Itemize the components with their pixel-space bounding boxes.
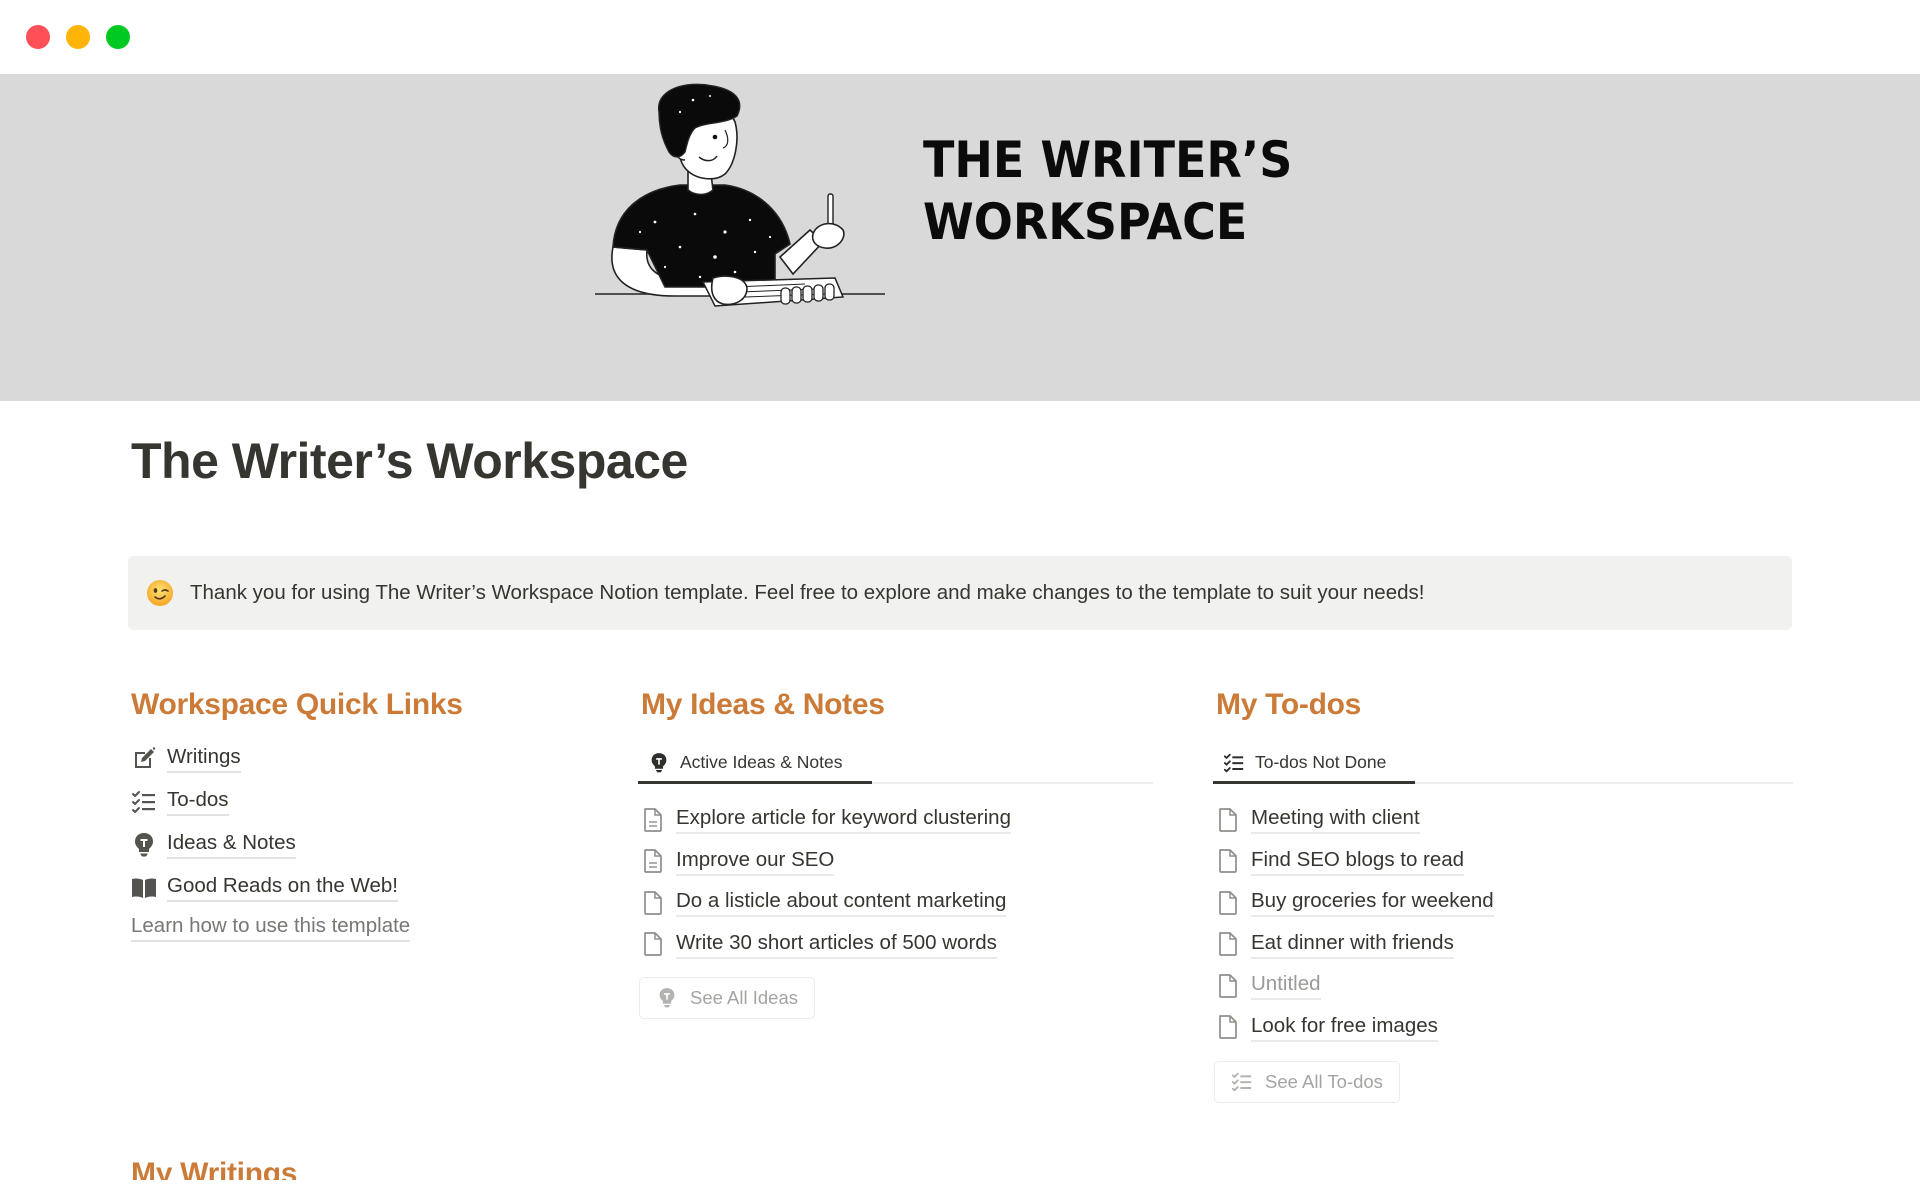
- banner-heading-line2: WORKSPACE: [923, 193, 1248, 251]
- edit-icon: [131, 746, 157, 772]
- lightbulb-icon: [656, 987, 678, 1009]
- quick-link-label[interactable]: Ideas & Notes: [167, 830, 296, 859]
- writings-heading-container: My Writings: [131, 1152, 297, 1180]
- quick-link-label[interactable]: To-dos: [167, 787, 229, 816]
- tab-label: To-dos Not Done: [1255, 752, 1387, 772]
- list-item[interactable]: Untitled: [1213, 965, 1494, 1007]
- writer-illustration: [595, 83, 885, 307]
- page-title[interactable]: The Writer’s Workspace: [131, 432, 688, 490]
- list-item[interactable]: Buy groceries for weekend: [1213, 882, 1494, 924]
- quick-link-writings[interactable]: Writings: [131, 737, 410, 780]
- ideas-heading: My Ideas & Notes: [641, 688, 885, 721]
- todos-list: Meeting with client Find SEO blogs to re…: [1213, 799, 1494, 1048]
- callout-text: Thank you for using The Writer’s Workspa…: [190, 581, 1425, 604]
- item-label[interactable]: Find SEO blogs to read: [1251, 847, 1465, 876]
- list-item[interactable]: Explore article for keyword clustering: [638, 799, 1011, 841]
- quick-links-heading: Workspace Quick Links: [131, 688, 463, 721]
- quick-links-list: Writings To-dos Ideas & Notes Good Reads…: [131, 737, 411, 942]
- banner-heading: THE WRITER’S WORKSPACE: [923, 129, 1292, 253]
- checklist-icon: [1223, 752, 1245, 774]
- tab-label: Active Ideas & Notes: [680, 752, 843, 772]
- learn-template-link[interactable]: Learn how to use this template: [131, 913, 411, 942]
- lightbulb-icon: [131, 832, 157, 858]
- lightbulb-icon: [648, 752, 670, 774]
- item-label[interactable]: Eat dinner with friends: [1251, 930, 1454, 959]
- item-label[interactable]: Do a listicle about content marketing: [676, 888, 1007, 918]
- item-label[interactable]: Write 30 short articles of 500 words: [676, 930, 997, 959]
- item-label[interactable]: Untitled: [1251, 971, 1321, 1001]
- quick-link-label[interactable]: Writings: [167, 744, 241, 773]
- see-all-label: See All To-dos: [1265, 1071, 1383, 1092]
- checklist-icon: [1231, 1071, 1253, 1093]
- quick-link-label[interactable]: Good Reads on the Web!: [167, 873, 398, 902]
- list-item[interactable]: Look for free images: [1213, 1007, 1494, 1049]
- document-text-icon: [644, 849, 662, 874]
- list-item[interactable]: Write 30 short articles of 500 words: [638, 924, 1011, 966]
- item-label[interactable]: Meeting with client: [1251, 805, 1420, 835]
- document-icon: [644, 890, 662, 915]
- document-icon: [1219, 1015, 1237, 1040]
- zoom-window-button[interactable]: [106, 25, 130, 49]
- ideas-list: Explore article for keyword clustering I…: [638, 799, 1011, 965]
- document-icon: [1219, 932, 1237, 957]
- list-item[interactable]: Find SEO blogs to read: [1213, 841, 1494, 883]
- item-label[interactable]: Buy groceries for weekend: [1251, 888, 1494, 918]
- quick-link-todos[interactable]: To-dos: [131, 780, 410, 823]
- list-item[interactable]: Improve our SEO: [638, 841, 1011, 883]
- tab-active-ideas-notes[interactable]: Active Ideas & Notes: [638, 744, 872, 784]
- list-item[interactable]: Meeting with client: [1213, 799, 1494, 841]
- tab-todos-not-done[interactable]: To-dos Not Done: [1213, 744, 1415, 784]
- document-icon: [1219, 973, 1237, 998]
- see-all-label: See All Ideas: [690, 987, 798, 1008]
- quick-link-good-reads[interactable]: Good Reads on the Web!: [131, 866, 410, 909]
- banner-heading-line1: THE WRITER’S: [923, 131, 1293, 189]
- document-icon: [1219, 807, 1237, 832]
- winking-face-icon[interactable]: [146, 579, 174, 607]
- item-label[interactable]: Improve our SEO: [676, 847, 835, 876]
- quick-link-ideas-notes[interactable]: Ideas & Notes: [131, 823, 410, 866]
- document-icon: [644, 932, 662, 957]
- ideas-view-tabs: Active Ideas & Notes: [638, 744, 1153, 784]
- window-titlebar: [0, 0, 1920, 74]
- writings-heading: My Writings: [131, 1157, 298, 1180]
- list-item[interactable]: Do a listicle about content marketing: [638, 882, 1011, 924]
- see-all-ideas-button[interactable]: See All Ideas: [639, 977, 815, 1019]
- welcome-callout: Thank you for using The Writer’s Workspa…: [128, 556, 1792, 630]
- cover-banner: THE WRITER’S WORKSPACE: [0, 74, 1920, 401]
- item-label[interactable]: Explore article for keyword clustering: [676, 805, 1011, 835]
- book-icon: [131, 875, 157, 901]
- close-window-button[interactable]: [26, 25, 50, 49]
- todos-view-tabs: To-dos Not Done: [1213, 744, 1793, 784]
- document-text-icon: [644, 807, 662, 832]
- document-icon: [1219, 849, 1237, 874]
- minimize-window-button[interactable]: [66, 25, 90, 49]
- see-all-todos-button[interactable]: See All To-dos: [1214, 1061, 1400, 1103]
- item-label[interactable]: Look for free images: [1251, 1013, 1438, 1042]
- todos-heading: My To-dos: [1216, 688, 1362, 721]
- list-item[interactable]: Eat dinner with friends: [1213, 924, 1494, 966]
- document-icon: [1219, 890, 1237, 915]
- checklist-icon: [131, 789, 157, 815]
